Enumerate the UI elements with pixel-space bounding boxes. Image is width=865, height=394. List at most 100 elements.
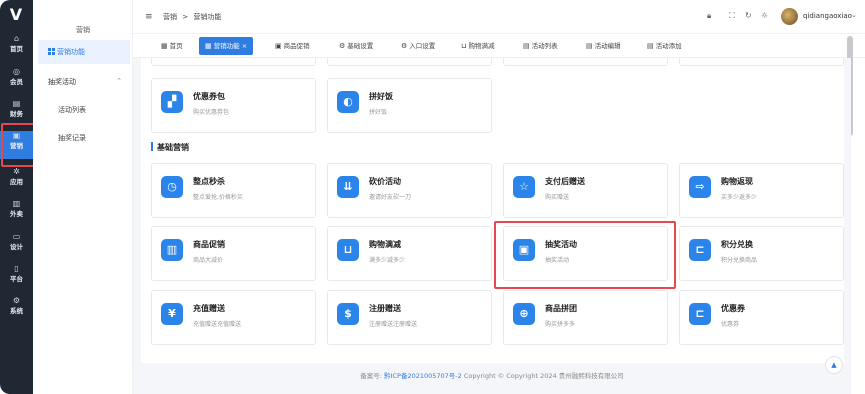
footer-copyright: Copyright © Copyright 2024 贵州融熙科技有限公司 [463, 372, 624, 380]
app-window: V ⌂ 首页 ◎ 会员 ▤ 财务 ▣ 营销 ✲ 应用 ▥ 外卖 ▭ 设计 ▯ 平… [0, 0, 865, 394]
tab-label: 入口设置 [409, 42, 436, 50]
group-meal-icon: ◐ [337, 91, 359, 113]
card-title: 积分兑换 [721, 240, 753, 249]
tab-label: 活动添加 [655, 42, 682, 50]
grid-icon [48, 41, 55, 55]
gift-icon: ▣ [275, 42, 282, 50]
rail-item-home[interactable]: ⌂ 首页 [0, 34, 33, 62]
card-group-buy[interactable]: ⊕ 商品拼团 购买拼多多 [503, 290, 668, 345]
card-coupon[interactable]: ⊏ 优惠券 优惠券 [679, 290, 844, 345]
lock-icon[interactable]: 🔒︎ [707, 11, 711, 21]
rail-item-label: 系统 [10, 307, 23, 315]
rail-item-system[interactable]: ⚙ 系统 [0, 296, 33, 324]
tab-home[interactable]: ▦ 首页 [155, 37, 189, 55]
tab-activity-edit[interactable]: ▤ 活动编辑 [580, 37, 627, 55]
card-desc: 购买拼多多 [545, 321, 576, 328]
rail-item-label: 财务 [10, 110, 23, 118]
card-stub [503, 58, 668, 66]
footer: 备案号: 黔ICP备2021005707号-2 Copyright © Copy… [133, 370, 851, 380]
cart-icon: ⊔ [461, 42, 467, 50]
rail-item-label: 平台 [10, 275, 23, 283]
rail-item-platform[interactable]: ▯ 平台 [0, 264, 33, 292]
takeout-icon: ▥ [12, 199, 21, 208]
card-flash-sale[interactable]: ◷ 整点秒杀 整点爱抢,价格秒买 [151, 163, 316, 218]
tab-activity-list[interactable]: ▤ 活动列表 [517, 37, 564, 55]
icp-link[interactable]: 黔ICP备2021005707号-2 [384, 372, 462, 380]
tab-label: 购物满减 [468, 42, 495, 50]
card-desc: 商品大减价 [193, 257, 224, 264]
submenu-item-activity-list[interactable]: 活动列表 [58, 105, 86, 115]
flash-sale-icon: ◷ [161, 176, 183, 198]
card-coupon-pack[interactable]: ▞ 优惠券包 购买优惠券包 [151, 78, 316, 133]
rail-item-design[interactable]: ▭ 设计 [0, 232, 33, 260]
card-cashback[interactable]: ⇨ 购物返现 买多少返多少 [679, 163, 844, 218]
tab-label: 营销功能 [213, 42, 240, 50]
tab-product-promotion[interactable]: ▣ 商品促销 [269, 37, 316, 55]
tab-label: 活动列表 [531, 42, 558, 50]
card-group-meal[interactable]: ◐ 拼好饭 拼好饭 [327, 78, 492, 133]
close-icon[interactable]: × [242, 42, 247, 50]
tab-basic-settings[interactable]: ⚙ 基础设置 [333, 37, 379, 55]
card-desc: 满多少减多少 [369, 257, 406, 264]
back-to-top-button[interactable]: ▲ [825, 356, 843, 374]
card-points-exchange[interactable]: ⊏ 积分兑换 积分兑换商品 [679, 226, 844, 281]
card-desc: 购买优惠券包 [193, 109, 230, 116]
card-payment-gift[interactable]: ☆ 支付后赠送 购买赠送 [503, 163, 668, 218]
coupon-icon: ⊏ [689, 303, 711, 325]
avatar[interactable] [781, 8, 798, 25]
app-logo: V [9, 5, 23, 24]
card-recharge-gift[interactable]: ¥ 充值赠送 充值赠送充值赠送 [151, 290, 316, 345]
card-title: 充值赠送 [193, 304, 225, 313]
card-desc: 充值赠送充值赠送 [193, 321, 242, 328]
card-title: 砍价活动 [369, 177, 401, 186]
gear-icon: ⚙ [401, 42, 408, 50]
card-title: 购物返现 [721, 177, 753, 186]
rail-item-label: 会员 [10, 78, 23, 86]
settings-icon: ⚙ [12, 296, 21, 305]
coupon-pack-icon: ▞ [161, 91, 183, 113]
tab-entry-settings[interactable]: ⚙ 入口设置 [395, 37, 441, 55]
card-title: 商品促销 [193, 240, 225, 249]
card-register-gift[interactable]: $ 注册赠送 注册赠送注册赠送 [327, 290, 492, 345]
rail-item-takeout[interactable]: ▥ 外卖 [0, 199, 33, 227]
breadcrumb-item: 营销功能 [193, 13, 222, 21]
username[interactable]: qidiangaoxiao [803, 12, 852, 20]
breadcrumb: 营销 > 营销功能 [163, 12, 224, 22]
rail-item-member[interactable]: ◎ 会员 [0, 67, 33, 95]
card-title: 整点秒杀 [193, 177, 225, 186]
refresh-icon[interactable]: ↻ [745, 11, 752, 20]
bargain-icon: ⇊ [337, 176, 359, 198]
tab-activity-add[interactable]: ▤ 活动添加 [641, 37, 688, 55]
card-stub [151, 58, 316, 66]
card-desc: 注册赠送注册赠送 [369, 321, 418, 328]
home-icon: ⌂ [13, 34, 20, 43]
recharge-gift-icon: ¥ [161, 303, 183, 325]
breadcrumb-item[interactable]: 营销 [163, 13, 177, 21]
rail-item-label: 设计 [10, 243, 23, 251]
menu-toggle-icon[interactable]: ≡ [145, 12, 153, 22]
card-bargain[interactable]: ⇊ 砍价活动 邀请好友砍一刀 [327, 163, 492, 218]
rail-item-apps[interactable]: ✲ 应用 [0, 167, 33, 195]
submenu-item-lottery-records[interactable]: 抽奖记录 [58, 133, 86, 143]
apps-icon: ✲ [13, 167, 20, 176]
fullscreen-icon[interactable]: ⛶ [729, 11, 735, 21]
section-title-text: 基础营销 [157, 143, 189, 152]
payment-gift-icon: ☆ [513, 176, 535, 198]
submenu-item-marketing-functions[interactable]: 营销功能 [38, 40, 130, 64]
rail-item-label: 外卖 [10, 210, 23, 218]
submenu-title: 营销 [76, 26, 90, 34]
card-product-promotion[interactable]: ▥ 商品促销 商品大减价 [151, 226, 316, 281]
design-icon: ▭ [12, 232, 21, 241]
chevron-down-icon[interactable]: ⌄ [851, 11, 857, 19]
group-buy-icon: ⊕ [513, 303, 535, 325]
card-title: 支付后赠送 [545, 177, 585, 186]
theme-icon[interactable]: ☼ [761, 11, 768, 20]
tab-marketing-functions[interactable]: ▦ 营销功能 × [199, 37, 254, 55]
rail-item-label: 首页 [10, 45, 23, 53]
card-cart-discount[interactable]: ⊔ 购物满减 满多少减多少 [327, 226, 492, 281]
cashback-icon: ⇨ [689, 176, 711, 198]
tab-full-reduction[interactable]: ⊔ 购物满减 [455, 37, 500, 55]
finance-icon: ▤ [12, 99, 21, 108]
submenu-group-lottery[interactable]: 抽奖活动 ⌃ [48, 77, 130, 87]
submenu-group-label: 抽奖活动 [48, 78, 76, 86]
